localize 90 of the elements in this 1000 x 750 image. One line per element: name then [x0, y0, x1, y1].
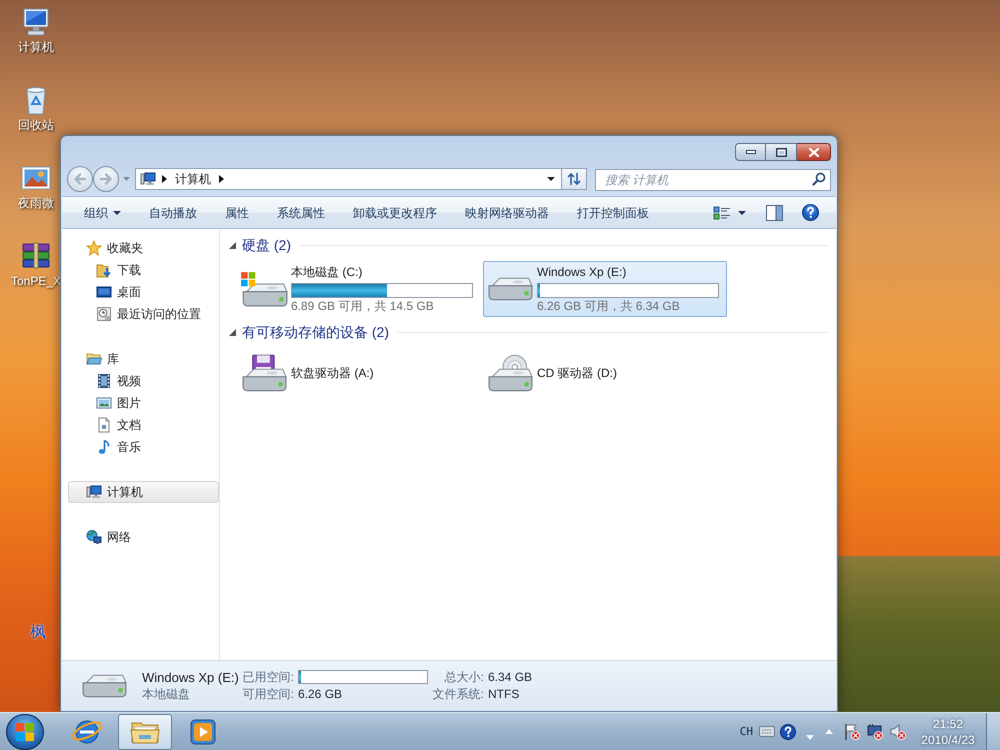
view-options-icon[interactable] — [713, 206, 731, 220]
flag-icon[interactable] — [843, 722, 861, 740]
drive-name: Windows Xp (E:) — [537, 264, 628, 280]
field-label: 可用空间: — [242, 686, 294, 702]
sidebar-item[interactable]: 文档 — [68, 414, 219, 436]
expanded-triangle-icon[interactable] — [229, 242, 236, 248]
globe-monitor-icon — [86, 529, 102, 545]
computer-icon — [140, 171, 156, 187]
toolbar-button[interactable]: 组织 — [70, 200, 135, 226]
taskbar-button[interactable] — [118, 714, 172, 750]
field-label: 总大小: — [444, 669, 484, 685]
field-value: NTFS — [488, 686, 520, 702]
start-button[interactable] — [6, 714, 44, 750]
sidebar-item[interactable]: 桌面 — [68, 281, 219, 303]
chevron-right-icon[interactable] — [219, 175, 224, 183]
group-title: 有可移动存储的设备 (2) — [242, 323, 389, 341]
drive-item[interactable]: Windows Xp (E:) 6.26 GB 可用，共 6.34 GB — [483, 261, 727, 317]
speaker-muted-icon[interactable] — [890, 722, 906, 740]
toolbar-button[interactable]: 卸载或更改程序 — [339, 200, 451, 226]
toolbar-button[interactable]: 属性 — [211, 200, 263, 226]
address-bar[interactable]: 计算机 — [135, 168, 562, 190]
toolbar-button[interactable]: 映射网络驱动器 — [451, 200, 563, 226]
sidebar-item[interactable]: 网络 — [68, 526, 219, 548]
maximize-icon — [776, 148, 786, 156]
forward-button[interactable] — [93, 166, 119, 192]
toolbar-button[interactable]: 系统属性 — [263, 200, 339, 226]
screen-icon — [96, 284, 112, 300]
caret-down-icon[interactable] — [547, 177, 555, 181]
refresh-icon — [567, 172, 581, 186]
hard-drive-logo-icon — [240, 271, 288, 307]
computer-icon — [86, 484, 102, 500]
field-label: 文件系统: — [432, 686, 484, 702]
help-icon[interactable] — [780, 724, 796, 740]
close-icon — [808, 148, 818, 156]
toolbar-button[interactable]: 打开控制面板 — [563, 200, 663, 226]
drive-name: CD 驱动器 (D:) — [537, 365, 617, 381]
caret-icon[interactable] — [738, 210, 746, 214]
group-title: 硬盘 (2) — [242, 236, 291, 254]
cd-drive-icon — [488, 354, 532, 392]
field-label: 已用空间: — [242, 669, 294, 685]
hard-drive-icon — [82, 674, 126, 698]
search-field[interactable]: 搜索 计算机 — [595, 169, 831, 191]
back-button[interactable] — [67, 166, 93, 192]
sidebar-item[interactable]: 计算机 — [68, 481, 219, 503]
document-icon — [96, 417, 112, 433]
drive-name: Windows Xp (E:) — [142, 668, 240, 686]
desktop-icon-label[interactable]: 计算机 — [18, 40, 54, 54]
network-icon[interactable] — [866, 722, 884, 740]
drive-space: 6.26 GB 可用，共 6.34 GB — [537, 298, 681, 314]
star-icon — [86, 240, 102, 256]
floppy-drive-icon — [242, 354, 286, 392]
picture-icon — [96, 395, 112, 411]
sidebar-item[interactable]: 视频 — [68, 370, 219, 392]
folder-arrow-icon — [96, 262, 112, 278]
close-button[interactable] — [797, 143, 831, 161]
show-desktop-button[interactable] — [986, 712, 1000, 750]
drive-type: 本地磁盘 — [142, 686, 191, 702]
sidebar-item[interactable]: 最近访问的位置 — [68, 303, 219, 325]
language-indicator[interactable]: CH — [740, 724, 753, 738]
sidebar-item[interactable]: 音乐 — [68, 436, 219, 458]
maximize-button[interactable] — [766, 143, 797, 161]
open-folder-icon — [86, 351, 102, 367]
drive-name: 软盘驱动器 (A:) — [291, 365, 374, 381]
sidebar-item[interactable]: 库 — [68, 348, 219, 370]
clock-icon — [96, 306, 112, 322]
keyboard-icon[interactable] — [759, 726, 775, 737]
sidebar-item[interactable]: 下载 — [68, 259, 219, 281]
drive-space: 6.89 GB 可用，共 14.5 GB — [291, 298, 435, 314]
sidebar-item[interactable]: 图片 — [68, 392, 219, 414]
preview-pane-icon[interactable] — [766, 204, 783, 220]
drive-item[interactable]: CD 驱动器 (D:) — [483, 345, 727, 401]
hard-drive-icon — [488, 277, 532, 301]
music-note-icon — [96, 439, 112, 455]
drive-name: 本地磁盘 (C:) — [291, 264, 364, 280]
windows-logo-icon — [16, 722, 34, 740]
sidebar-item[interactable]: 收藏夹 — [68, 237, 219, 259]
field-value: 6.26 GB — [298, 686, 344, 702]
drive-item[interactable]: 本地磁盘 (C:) 6.89 GB 可用，共 14.5 GB — [237, 261, 481, 317]
help-icon[interactable] — [802, 204, 819, 221]
chevron-right-icon[interactable] — [162, 175, 167, 183]
field-value: 6.34 GB — [488, 669, 532, 685]
minimize-button[interactable] — [735, 143, 766, 161]
expanded-triangle-icon[interactable] — [229, 328, 236, 336]
breadcrumb-item[interactable]: 计算机 — [175, 171, 211, 187]
refresh-button[interactable] — [562, 168, 587, 190]
toolbar-button[interactable]: 自动播放 — [135, 200, 211, 226]
drive-item[interactable]: 软盘驱动器 (A:) — [237, 345, 481, 401]
film-strip-icon — [96, 373, 112, 389]
minimize-icon — [746, 150, 756, 154]
search-icon[interactable] — [812, 172, 826, 186]
